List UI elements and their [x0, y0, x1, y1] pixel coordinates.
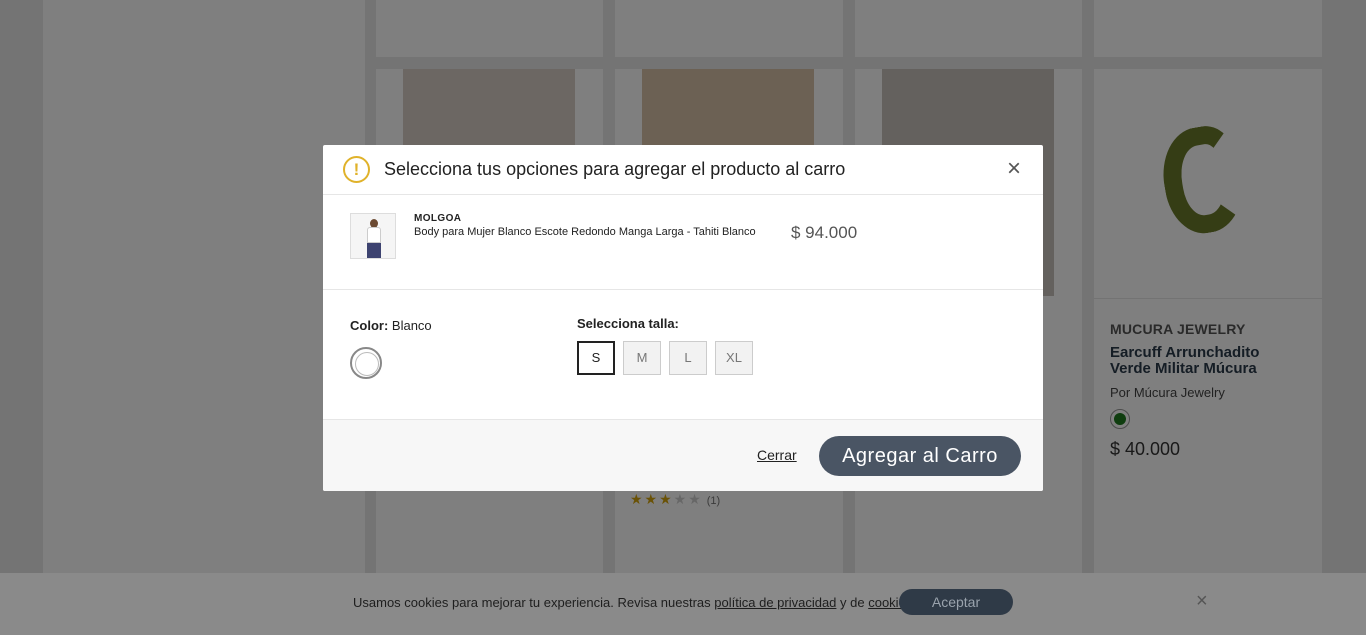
cookie-banner: Usamos cookies para mejorar tu experienc…: [0, 573, 1366, 635]
size-option-l[interactable]: L: [669, 341, 707, 375]
close-icon[interactable]: ×: [1196, 591, 1208, 611]
product-thumbnail: [350, 213, 396, 259]
cookie-text-part: y de: [836, 595, 869, 610]
add-to-cart-modal: ! Selecciona tus opciones para agregar e…: [323, 145, 1043, 491]
product-price: $ 94.000: [791, 223, 858, 242]
product-brand: MOLGOA: [414, 213, 462, 224]
close-link[interactable]: Cerrar: [757, 447, 797, 463]
thumb-figure-top: [367, 227, 381, 243]
add-to-cart-button[interactable]: Agregar al Carro: [819, 436, 1021, 476]
product-name: Body para Mujer Blanco Escote Redondo Ma…: [414, 226, 756, 238]
color-swatch-white[interactable]: [350, 347, 382, 379]
privacy-policy-link[interactable]: política de privacidad: [714, 595, 836, 610]
modal-header: ! Selecciona tus opciones para agregar e…: [323, 145, 1043, 195]
product-options: Color: Blanco Selecciona talla: S M L XL: [323, 290, 1043, 420]
product-summary: MOLGOA Body para Mujer Blanco Escote Red…: [323, 195, 1043, 290]
color-label-value: Blanco: [391, 318, 432, 333]
warning-icon: !: [343, 156, 370, 183]
size-option-xl[interactable]: XL: [715, 341, 753, 375]
color-label-key: Color:: [350, 318, 389, 333]
size-option-s[interactable]: S: [577, 341, 615, 375]
modal-title: Selecciona tus opciones para agregar el …: [384, 159, 846, 179]
color-label: Color: Blanco: [350, 318, 432, 333]
modal-footer: Cerrar Agregar al Carro: [323, 420, 1043, 491]
size-option-m[interactable]: M: [623, 341, 661, 375]
cookie-text-part: Usamos cookies para mejorar tu experienc…: [353, 595, 715, 610]
cookie-message: Usamos cookies para mejorar tu experienc…: [353, 595, 916, 610]
thumb-figure-pants: [367, 243, 381, 258]
accept-cookies-button[interactable]: Aceptar: [899, 589, 1013, 615]
size-label: Selecciona talla:: [577, 316, 679, 331]
close-icon[interactable]: ×: [1007, 157, 1021, 181]
